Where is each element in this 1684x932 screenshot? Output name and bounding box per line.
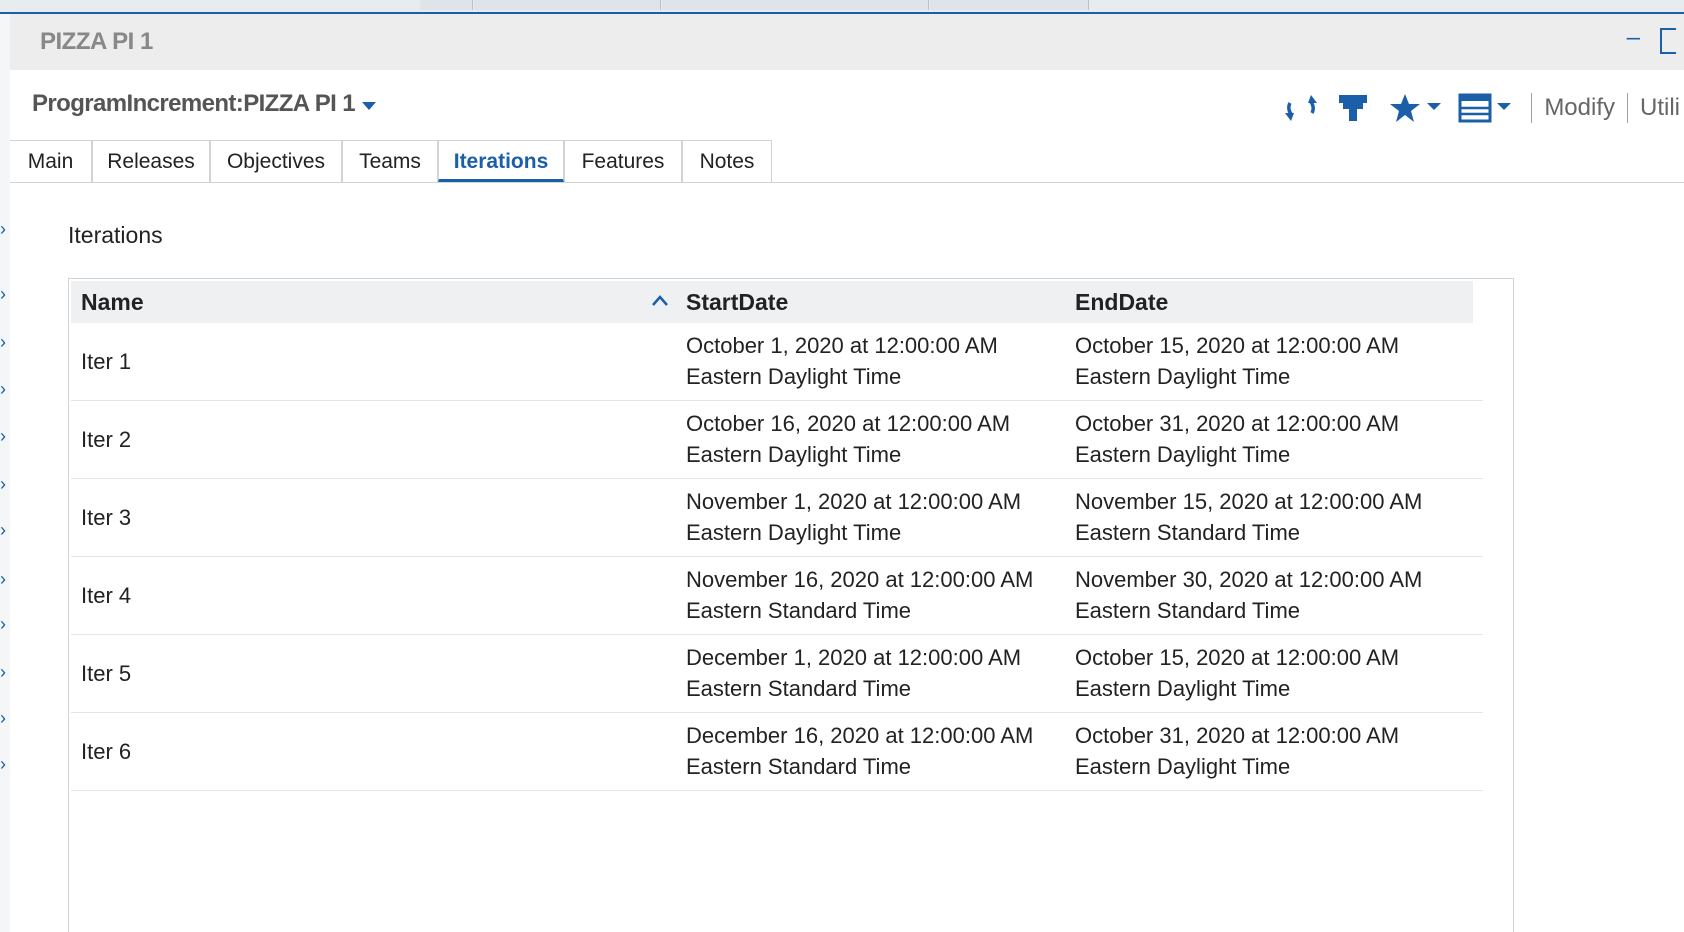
background-glyph: › bbox=[0, 708, 6, 728]
start-timezone-text: Eastern Standard Time bbox=[686, 598, 912, 623]
start-date-text: November 16, 2020 at 12:00:00 AM bbox=[686, 567, 1034, 592]
end-timezone-text: Eastern Daylight Time bbox=[1075, 364, 1291, 389]
refresh-icon[interactable] bbox=[1281, 88, 1321, 128]
record-toolbar: Modify Utili bbox=[1281, 86, 1684, 130]
table-row[interactable]: Iter 2 October 16, 2020 at 12:00:00 AM E… bbox=[71, 401, 1483, 479]
sort-ascending-icon[interactable] bbox=[651, 293, 669, 312]
start-date-text: October 16, 2020 at 12:00:00 AM bbox=[686, 411, 1011, 436]
star-icon[interactable] bbox=[1385, 88, 1425, 128]
background-glyph: › bbox=[0, 219, 6, 239]
stamp-icon[interactable] bbox=[1333, 88, 1373, 128]
layout-icon[interactable] bbox=[1455, 88, 1495, 128]
modify-button[interactable]: Modify bbox=[1544, 94, 1615, 122]
start-date-text: November 1, 2020 at 12:00:00 AM bbox=[686, 489, 1022, 514]
end-date-text: October 15, 2020 at 12:00:00 AM bbox=[1075, 333, 1400, 358]
start-date-text: December 16, 2020 at 12:00:00 AM bbox=[686, 723, 1034, 748]
record-tabs: Main Releases Objectives Teams Iteration… bbox=[10, 140, 1684, 183]
table-row[interactable]: Iter 5 December 1, 2020 at 12:00:00 AM E… bbox=[71, 635, 1483, 713]
cell-enddate: October 31, 2020 at 12:00:00 AM Eastern … bbox=[1075, 408, 1399, 470]
background-glyph: › bbox=[0, 379, 6, 399]
tab-main[interactable]: Main bbox=[10, 140, 92, 182]
start-date-text: December 1, 2020 at 12:00:00 AM bbox=[686, 645, 1022, 670]
start-timezone-text: Eastern Daylight Time bbox=[686, 364, 902, 389]
column-header-enddate[interactable]: EndDate bbox=[1075, 289, 1168, 316]
end-timezone-text: Eastern Daylight Time bbox=[1075, 754, 1291, 779]
window-title: PIZZA PI 1 bbox=[40, 28, 153, 55]
star-chevron-down-icon[interactable] bbox=[1427, 102, 1442, 110]
background-glyph: › bbox=[0, 474, 6, 494]
cell-name: Iter 1 bbox=[81, 349, 132, 374]
end-date-text: October 31, 2020 at 12:00:00 AM bbox=[1075, 411, 1400, 436]
cell-name: Iter 2 bbox=[81, 427, 132, 452]
table-row[interactable]: Iter 3 November 1, 2020 at 12:00:00 AM E… bbox=[71, 479, 1483, 557]
cell-name: Iter 6 bbox=[81, 739, 132, 764]
maximize-button[interactable] bbox=[1660, 28, 1676, 54]
cell-enddate: October 15, 2020 at 12:00:00 AM Eastern … bbox=[1075, 642, 1399, 704]
table-row[interactable]: Iter 4 November 16, 2020 at 12:00:00 AM … bbox=[71, 557, 1483, 635]
tab-notes[interactable]: Notes bbox=[682, 140, 772, 182]
start-date-text: October 1, 2020 at 12:00:00 AM bbox=[686, 333, 998, 358]
iterations-grid: Name StartDate EndDate Iter 1 October 1,… bbox=[68, 278, 1514, 932]
cell-startdate: December 16, 2020 at 12:00:00 AM Eastern… bbox=[686, 720, 1033, 782]
minimize-button[interactable]: – bbox=[1627, 24, 1640, 52]
end-timezone-text: Eastern Daylight Time bbox=[1075, 676, 1291, 701]
column-header-name[interactable]: Name bbox=[81, 289, 144, 316]
table-row[interactable]: Iter 1 October 1, 2020 at 12:00:00 AM Ea… bbox=[71, 323, 1483, 401]
background-tab bbox=[662, 0, 929, 10]
window-titlebar[interactable]: PIZZA PI 1 – bbox=[10, 14, 1684, 70]
layout-chevron-down-icon[interactable] bbox=[1497, 102, 1512, 110]
cell-enddate: November 30, 2020 at 12:00:00 AM Eastern… bbox=[1075, 564, 1422, 626]
background-glyph: › bbox=[0, 614, 6, 634]
start-timezone-text: Eastern Daylight Time bbox=[686, 442, 902, 467]
cell-enddate: October 31, 2020 at 12:00:00 AM Eastern … bbox=[1075, 720, 1399, 782]
end-timezone-text: Eastern Standard Time bbox=[1075, 598, 1301, 623]
tab-releases[interactable]: Releases bbox=[92, 140, 210, 182]
tab-teams[interactable]: Teams bbox=[342, 140, 438, 182]
start-timezone-text: Eastern Daylight Time bbox=[686, 520, 902, 545]
utilities-button[interactable]: Utili bbox=[1640, 94, 1680, 122]
end-timezone-text: Eastern Standard Time bbox=[1075, 520, 1301, 545]
end-date-text: November 30, 2020 at 12:00:00 AM bbox=[1075, 567, 1423, 592]
end-date-text: November 15, 2020 at 12:00:00 AM bbox=[1075, 489, 1423, 514]
cell-startdate: October 16, 2020 at 12:00:00 AM Eastern … bbox=[686, 408, 1010, 470]
start-timezone-text: Eastern Standard Time bbox=[686, 676, 912, 701]
toolbar-divider bbox=[1627, 93, 1628, 123]
cell-startdate: December 1, 2020 at 12:00:00 AM Eastern … bbox=[686, 642, 1021, 704]
cell-startdate: November 16, 2020 at 12:00:00 AM Eastern… bbox=[686, 564, 1033, 626]
end-timezone-text: Eastern Daylight Time bbox=[1075, 442, 1291, 467]
cell-name: Iter 3 bbox=[81, 505, 132, 530]
section-title: Iterations bbox=[68, 222, 163, 248]
cell-startdate: November 1, 2020 at 12:00:00 AM Eastern … bbox=[686, 486, 1021, 548]
background-glyph: › bbox=[0, 332, 6, 352]
grid-header: Name StartDate EndDate bbox=[71, 281, 1473, 323]
cell-name: Iter 5 bbox=[81, 661, 132, 686]
background-tab bbox=[474, 0, 661, 10]
tab-features[interactable]: Features bbox=[564, 140, 682, 182]
background-app-strip bbox=[0, 0, 1684, 14]
tab-objectives[interactable]: Objectives bbox=[210, 140, 342, 182]
cell-enddate: November 15, 2020 at 12:00:00 AM Eastern… bbox=[1075, 486, 1422, 548]
background-glyph: › bbox=[0, 754, 6, 774]
cell-startdate: October 1, 2020 at 12:00:00 AM Eastern D… bbox=[686, 330, 998, 392]
background-tab bbox=[930, 0, 1089, 10]
end-date-text: October 15, 2020 at 12:00:00 AM bbox=[1075, 645, 1400, 670]
start-timezone-text: Eastern Standard Time bbox=[686, 754, 912, 779]
background-glyph: › bbox=[0, 426, 6, 446]
end-date-text: October 31, 2020 at 12:00:00 AM bbox=[1075, 723, 1400, 748]
column-header-startdate[interactable]: StartDate bbox=[686, 289, 788, 316]
background-tab bbox=[420, 0, 473, 10]
record-menu-chevron-down-icon[interactable] bbox=[362, 102, 376, 110]
record-title: ProgramIncrement:PIZZA PI 1 bbox=[32, 90, 356, 117]
background-glyph: › bbox=[0, 569, 6, 589]
cell-enddate: October 15, 2020 at 12:00:00 AM Eastern … bbox=[1075, 330, 1399, 392]
toolbar-divider bbox=[1531, 93, 1533, 123]
table-row[interactable]: Iter 6 December 16, 2020 at 12:00:00 AM … bbox=[71, 713, 1483, 791]
tab-iterations[interactable]: Iterations bbox=[438, 140, 564, 182]
background-glyph: › bbox=[0, 284, 6, 304]
background-glyph: › bbox=[0, 520, 6, 540]
background-glyph: › bbox=[0, 662, 6, 682]
cell-name: Iter 4 bbox=[81, 583, 132, 608]
